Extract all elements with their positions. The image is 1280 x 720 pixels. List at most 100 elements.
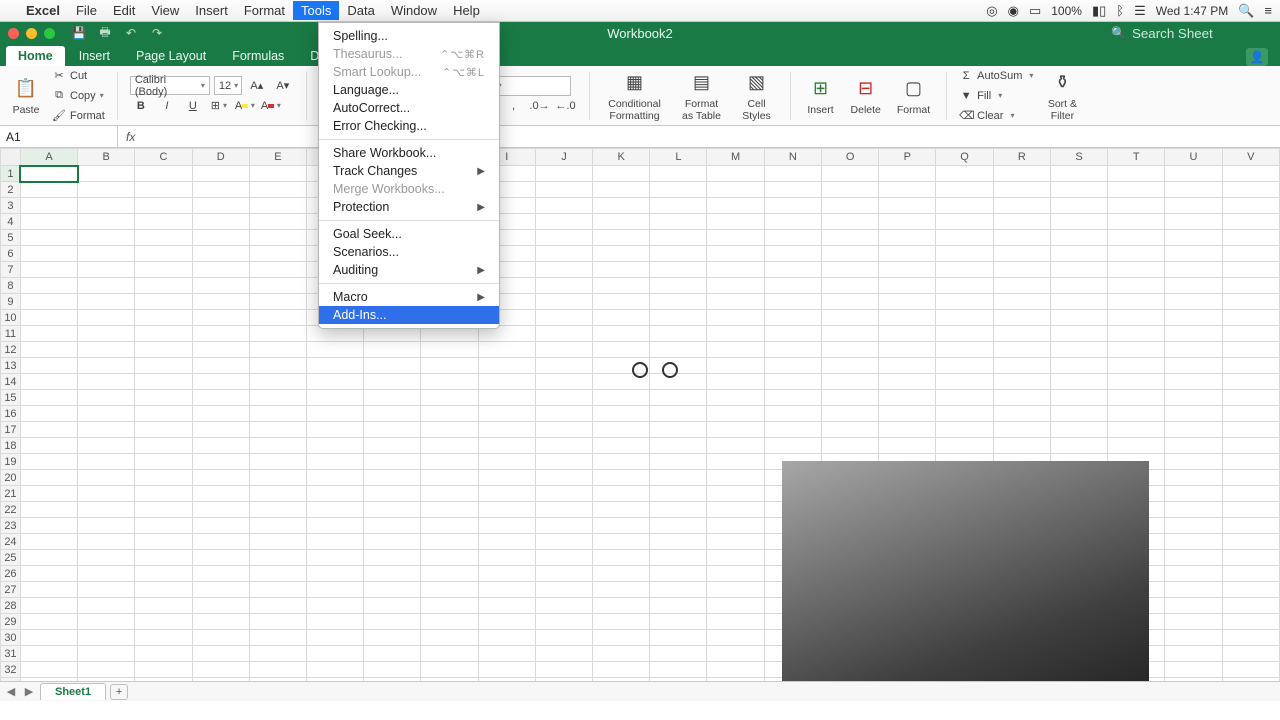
cell[interactable] xyxy=(249,534,306,550)
cell[interactable] xyxy=(707,534,764,550)
cell[interactable] xyxy=(879,438,936,454)
row-header[interactable]: 2 xyxy=(1,182,21,198)
cell[interactable] xyxy=(1222,662,1279,678)
cell[interactable] xyxy=(249,310,306,326)
cell[interactable] xyxy=(593,550,650,566)
cell[interactable] xyxy=(20,326,77,342)
cell[interactable] xyxy=(478,502,535,518)
cell[interactable] xyxy=(821,358,878,374)
row-header[interactable]: 15 xyxy=(1,390,21,406)
cell[interactable] xyxy=(478,566,535,582)
cell[interactable] xyxy=(20,166,77,182)
cell[interactable] xyxy=(249,182,306,198)
display-icon[interactable]: ▭ xyxy=(1029,3,1041,19)
cell[interactable] xyxy=(707,310,764,326)
spotlight-icon[interactable]: 🔍 xyxy=(1238,3,1254,19)
cell[interactable] xyxy=(535,374,592,390)
cell[interactable] xyxy=(192,182,249,198)
cell[interactable] xyxy=(20,278,77,294)
cell[interactable] xyxy=(821,294,878,310)
cell[interactable] xyxy=(764,390,821,406)
cell[interactable] xyxy=(249,566,306,582)
cell[interactable] xyxy=(20,214,77,230)
cell[interactable] xyxy=(307,470,364,486)
cell[interactable] xyxy=(535,598,592,614)
cell[interactable] xyxy=(707,518,764,534)
cell[interactable] xyxy=(78,198,135,214)
row-header[interactable]: 26 xyxy=(1,566,21,582)
cell[interactable] xyxy=(593,214,650,230)
cell[interactable] xyxy=(1222,278,1279,294)
menu-item-auditing[interactable]: Auditing▶ xyxy=(319,261,499,279)
add-sheet-button[interactable]: + xyxy=(110,684,128,700)
cell[interactable] xyxy=(936,262,993,278)
cell[interactable] xyxy=(1165,390,1222,406)
cell[interactable] xyxy=(307,342,364,358)
cell[interactable] xyxy=(192,326,249,342)
cell[interactable] xyxy=(364,406,421,422)
cell[interactable] xyxy=(993,390,1050,406)
cell[interactable] xyxy=(1165,454,1222,470)
cell[interactable] xyxy=(307,534,364,550)
cell[interactable] xyxy=(421,662,478,678)
fill-button[interactable]: ▼Fill xyxy=(959,87,1033,105)
cell[interactable] xyxy=(249,662,306,678)
column-header[interactable]: J xyxy=(535,149,592,166)
cell[interactable] xyxy=(821,406,878,422)
menubar-item-format[interactable]: Format xyxy=(236,1,293,20)
cell[interactable] xyxy=(535,582,592,598)
row-header[interactable]: 7 xyxy=(1,262,21,278)
cell[interactable] xyxy=(307,662,364,678)
cell[interactable] xyxy=(707,230,764,246)
cell[interactable] xyxy=(1222,262,1279,278)
cell[interactable] xyxy=(478,550,535,566)
cell[interactable] xyxy=(535,390,592,406)
cell[interactable] xyxy=(535,246,592,262)
cell[interactable] xyxy=(1165,550,1222,566)
column-header[interactable]: U xyxy=(1165,149,1222,166)
cell[interactable] xyxy=(650,342,707,358)
cell[interactable] xyxy=(478,534,535,550)
italic-button[interactable]: I xyxy=(156,96,178,116)
worksheet-grid[interactable]: ABCDEFGHIJKLMNOPQRSTUV123456789101112131… xyxy=(0,148,1280,701)
cell[interactable] xyxy=(1165,630,1222,646)
cell[interactable] xyxy=(535,502,592,518)
cell[interactable] xyxy=(879,342,936,358)
cell[interactable] xyxy=(20,358,77,374)
cell[interactable] xyxy=(535,566,592,582)
cell[interactable] xyxy=(78,326,135,342)
cell[interactable] xyxy=(135,454,192,470)
cell[interactable] xyxy=(478,454,535,470)
cell[interactable] xyxy=(421,598,478,614)
cell[interactable] xyxy=(993,422,1050,438)
cell[interactable] xyxy=(78,406,135,422)
cell[interactable] xyxy=(764,182,821,198)
cell[interactable] xyxy=(707,262,764,278)
cell[interactable] xyxy=(1165,582,1222,598)
cell[interactable] xyxy=(364,614,421,630)
cell[interactable] xyxy=(1050,374,1107,390)
cell[interactable] xyxy=(20,534,77,550)
menu-item-spelling[interactable]: Spelling... xyxy=(319,27,499,45)
cell[interactable] xyxy=(993,278,1050,294)
cell[interactable] xyxy=(1165,566,1222,582)
menu-item-protection[interactable]: Protection▶ xyxy=(319,198,499,216)
cell[interactable] xyxy=(364,566,421,582)
cell[interactable] xyxy=(593,582,650,598)
cell[interactable] xyxy=(879,246,936,262)
cell[interactable] xyxy=(364,518,421,534)
cell[interactable] xyxy=(135,230,192,246)
cell[interactable] xyxy=(707,598,764,614)
cell[interactable] xyxy=(135,470,192,486)
cell[interactable] xyxy=(593,326,650,342)
cell[interactable] xyxy=(135,198,192,214)
cell[interactable] xyxy=(1108,406,1165,422)
cell[interactable] xyxy=(764,342,821,358)
cell[interactable] xyxy=(78,342,135,358)
row-header[interactable]: 24 xyxy=(1,534,21,550)
cell[interactable] xyxy=(421,342,478,358)
cell[interactable] xyxy=(1050,262,1107,278)
menu-item-scenarios[interactable]: Scenarios... xyxy=(319,243,499,261)
ribbon-tab-home[interactable]: Home xyxy=(6,46,65,66)
cell[interactable] xyxy=(135,374,192,390)
